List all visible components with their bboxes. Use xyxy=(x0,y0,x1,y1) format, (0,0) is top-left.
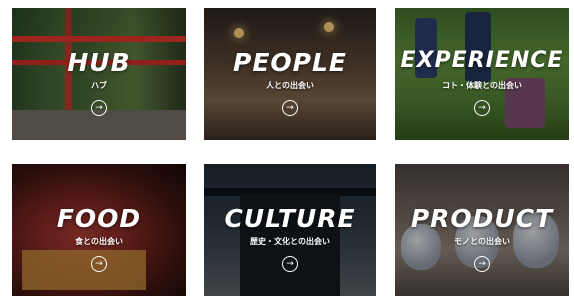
card-hub[interactable]: HUB ハブ → xyxy=(12,8,186,140)
arrow-right-icon[interactable]: → xyxy=(91,100,107,116)
card-culture[interactable]: CULTURE 歴史・文化との出会い → xyxy=(204,164,376,296)
card-title: EXPERIENCE xyxy=(400,48,564,73)
card-subtitle: ハブ xyxy=(91,81,107,90)
arrow-right-icon[interactable]: → xyxy=(474,256,490,272)
card-subtitle: 人との出会い xyxy=(266,81,314,90)
card-experience[interactable]: EXPERIENCE コト・体験との出会い → xyxy=(395,8,569,140)
card-subtitle: 歴史・文化との出会い xyxy=(250,237,330,246)
card-subtitle: 食との出会い xyxy=(75,237,123,246)
card-food[interactable]: FOOD 食との出会い → xyxy=(12,164,186,296)
card-title: PEOPLE xyxy=(233,48,347,77)
category-grid: HUB ハブ → PEOPLE 人との出会い → EXPERIENCE コト・体… xyxy=(0,0,574,298)
card-subtitle: モノとの出会い xyxy=(454,237,510,246)
card-people[interactable]: PEOPLE 人との出会い → xyxy=(204,8,376,140)
arrow-right-icon[interactable]: → xyxy=(282,256,298,272)
card-title: PRODUCT xyxy=(410,204,554,233)
card-title: HUB xyxy=(67,48,131,77)
arrow-right-icon[interactable]: → xyxy=(91,256,107,272)
arrow-right-icon[interactable]: → xyxy=(474,100,490,116)
arrow-right-icon[interactable]: → xyxy=(282,100,298,116)
card-subtitle: コト・体験との出会い xyxy=(442,81,522,90)
photo-shade xyxy=(395,8,569,140)
card-title: CULTURE xyxy=(224,204,356,233)
card-product[interactable]: PRODUCT モノとの出会い → xyxy=(395,164,569,296)
card-title: FOOD xyxy=(56,204,142,233)
